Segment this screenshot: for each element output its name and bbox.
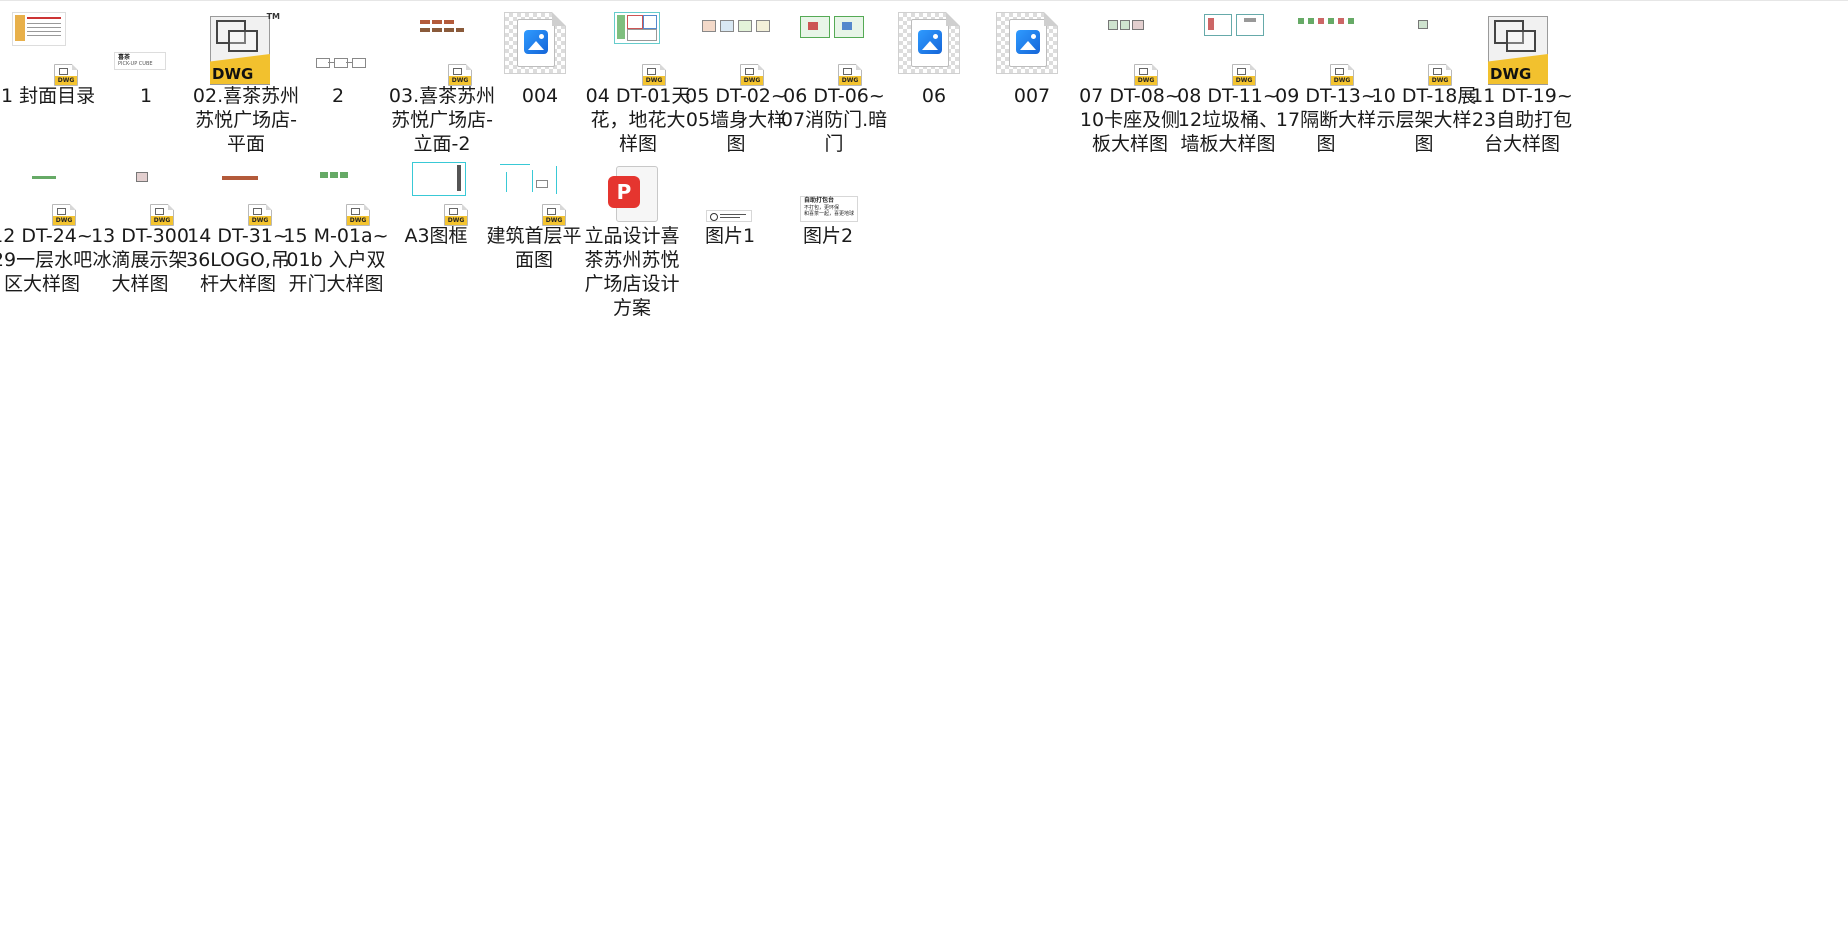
drawing-preview [12,12,66,46]
file-thumbnail: DWG [1464,8,1580,86]
image-file-icon [504,12,566,74]
dwg-file-icon: DWG [642,64,666,86]
file-name: 01 封面目录 [0,85,96,107]
dwg-file-icon: DWG [1232,64,1256,86]
drawing-preview [800,16,864,38]
file-name: 06 DT-06~07消防门.暗门 [780,85,888,155]
drawing-preview [32,176,56,180]
file-item[interactable]: DWG 01 封面目录 [0,8,100,108]
drawing-preview: 喜茶 PICK-UP CUBE [114,52,166,70]
dwg-file-icon: DWG [1488,12,1548,85]
file-item[interactable]: DWG 06 DT-06~07消防门.暗门 [776,8,892,156]
drawing-preview [1418,20,1428,29]
drawing-preview [320,172,350,180]
file-item[interactable]: 自助打包台 不打包，更环保 和喜茶一起，喜更地球 图片2 [770,160,886,248]
file-thumbnail [280,8,396,86]
dwg-file-icon: DWG [542,204,566,226]
file-item[interactable]: DWG 11 DT-19~23自助打包台大样图 [1464,8,1580,156]
dwg-file-icon: DWG TM [210,12,280,85]
image-file-icon [996,12,1058,74]
file-thumbnail: DWG [278,160,394,238]
dwg-file-icon: DWG [448,64,472,86]
image-file-icon [898,12,960,74]
dwg-file-icon: DWG [248,204,272,226]
dwg-file-icon: DWG [1428,64,1452,86]
file-thumbnail: DWG [0,8,100,86]
file-name: 11 DT-19~23自助打包台大样图 [1471,85,1573,155]
dwg-file-icon: DWG [1330,64,1354,86]
drawing-preview [136,172,148,182]
drawing-preview [222,176,258,181]
drawing-preview [702,20,770,32]
drawing-preview [420,18,464,34]
dwg-file-icon: DWG [150,204,174,226]
drawing-preview [1298,18,1360,26]
drawing-preview [496,162,570,196]
drawing-preview [412,162,466,196]
drawing-preview [314,54,370,70]
dwg-file-icon: DWG [346,204,370,226]
pdf-file-icon: P [608,166,658,222]
file-item[interactable]: 2 [280,8,396,108]
dwg-file-icon: DWG [444,204,468,226]
image-preview: 自助打包台 不打包，更环保 和喜茶一起，喜更地球 [800,196,858,222]
file-item[interactable]: DWG 15 M-01a~01b 入户双开门大样图 [278,160,394,296]
dwg-file-icon: DWG [838,64,862,86]
file-thumbnail: 自助打包台 不打包，更环保 和喜茶一起，喜更地球 [770,160,886,238]
file-thumbnail: 喜茶 PICK-UP CUBE [88,8,204,86]
file-item[interactable]: 喜茶 PICK-UP CUBE 1 [88,8,204,108]
file-name: 2 [331,85,345,107]
file-thumbnail: DWG [776,8,892,86]
image-preview [706,210,752,222]
file-name: 1 [139,85,153,107]
drawing-preview [1204,14,1264,36]
dwg-file-icon: DWG [52,204,76,226]
drawing-preview [1108,20,1144,30]
dwg-file-icon: DWG [1134,64,1158,86]
drawing-preview [614,12,660,44]
dwg-file-icon: DWG [54,64,78,86]
top-divider [0,0,1848,1]
dwg-file-icon: DWG [740,64,764,86]
